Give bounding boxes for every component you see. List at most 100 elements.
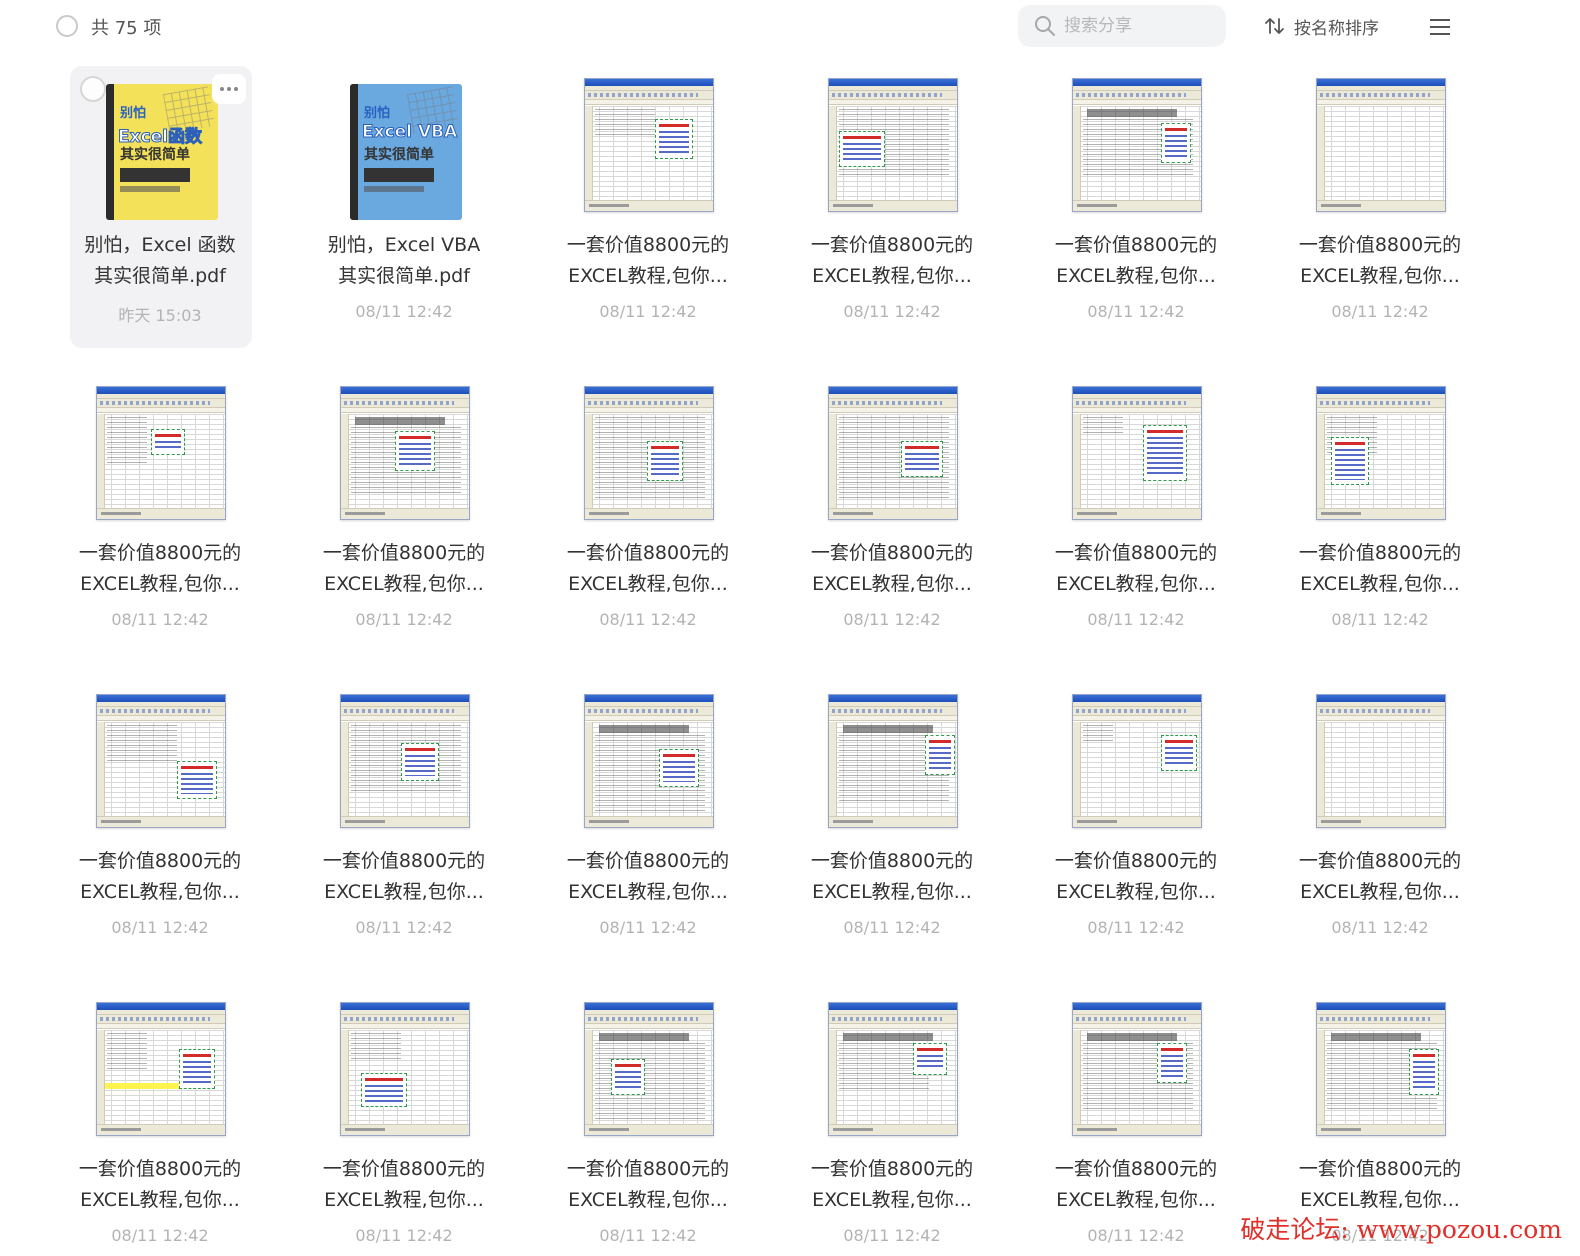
file-name[interactable]: 一套价值8800元的 EXCEL教程,包你...: [282, 538, 526, 600]
excel-status-bar: [97, 1124, 225, 1135]
file-card[interactable]: 一套价值8800元的 EXCEL教程,包你... 08/11 12:42: [1014, 990, 1258, 1256]
file-card[interactable]: 别怕 Excel VBA 其实很简单 别怕，Excel VBA 其实很简单.pdf 08/…: [282, 66, 526, 374]
cover-line-1: 别怕: [120, 106, 147, 121]
sheet-heading: [355, 417, 445, 425]
file-name[interactable]: 一套价值8800元的 EXCEL教程,包你...: [282, 846, 526, 908]
file-card[interactable]: 一套价值8800元的 EXCEL教程,包你... 08/11 12:42: [770, 66, 1014, 374]
more-options-icon[interactable]: [212, 74, 246, 104]
file-thumbnail[interactable]: 别怕 Excel VBA 其实很简单: [340, 78, 470, 220]
file-thumbnail[interactable]: [96, 694, 226, 828]
file-name[interactable]: 一套价值8800元的 EXCEL教程,包你...: [1258, 538, 1502, 600]
file-thumbnail[interactable]: [828, 386, 958, 520]
file-thumbnail[interactable]: [584, 1002, 714, 1136]
file-card[interactable]: 一套价值8800元的 EXCEL教程,包你... 08/11 12:42: [1258, 682, 1502, 990]
search-input[interactable]: [1064, 13, 1214, 39]
file-thumbnail[interactable]: [1316, 694, 1446, 828]
file-thumbnail[interactable]: [340, 386, 470, 520]
file-card[interactable]: 一套价值8800元的 EXCEL教程,包你... 08/11 12:42: [38, 990, 282, 1256]
excel-row-header: [585, 722, 593, 818]
file-thumbnail[interactable]: [584, 694, 714, 828]
annotation-note: [1143, 425, 1187, 481]
file-card[interactable]: 一套价值8800元的 EXCEL教程,包你... 08/11 12:42: [526, 682, 770, 990]
file-name[interactable]: 一套价值8800元的 EXCEL教程,包你...: [526, 1154, 770, 1216]
excel-titlebar: [1317, 695, 1445, 702]
file-thumbnail[interactable]: [340, 1002, 470, 1136]
file-name[interactable]: 一套价值8800元的 EXCEL教程,包你...: [282, 1154, 526, 1216]
file-thumbnail[interactable]: [828, 694, 958, 828]
excel-status-bar: [829, 1124, 957, 1135]
file-thumbnail[interactable]: [828, 1002, 958, 1136]
search-box[interactable]: [1018, 5, 1226, 47]
file-card[interactable]: 一套价值8800元的 EXCEL教程,包你... 08/11 12:42: [770, 682, 1014, 990]
excel-status-bar: [341, 816, 469, 827]
file-name-line-2: EXCEL教程,包你...: [80, 573, 240, 595]
file-card[interactable]: 一套价值8800元的 EXCEL教程,包你... 08/11 12:42: [38, 374, 282, 682]
file-name[interactable]: 一套价值8800元的 EXCEL教程,包你...: [1258, 230, 1502, 292]
file-name[interactable]: 一套价值8800元的 EXCEL教程,包你...: [38, 1154, 282, 1216]
file-card[interactable]: 一套价值8800元的 EXCEL教程,包你... 08/11 12:42: [282, 374, 526, 682]
file-card[interactable]: 一套价值8800元的 EXCEL教程,包你... 08/11 12:42: [282, 682, 526, 990]
file-card[interactable]: 一套价值8800元的 EXCEL教程,包你... 08/11 12:42: [770, 990, 1014, 1256]
file-name[interactable]: 一套价值8800元的 EXCEL教程,包你...: [38, 538, 282, 600]
excel-status-bar: [585, 508, 713, 519]
file-thumbnail[interactable]: [1072, 78, 1202, 212]
file-name[interactable]: 一套价值8800元的 EXCEL教程,包你...: [526, 230, 770, 292]
file-thumbnail[interactable]: 别怕 Excel函数 其实很简单: [96, 78, 226, 220]
file-card[interactable]: 一套价值8800元的 EXCEL教程,包你... 08/11 12:42: [526, 990, 770, 1256]
excel-screenshot-thumbnail: [96, 694, 226, 828]
sort-button[interactable]: 按名称排序: [1264, 13, 1379, 39]
file-card[interactable]: 一套价值8800元的 EXCEL教程,包你... 08/11 12:42: [1014, 682, 1258, 990]
file-card[interactable]: 一套价值8800元的 EXCEL教程,包你... 08/11 12:42: [1258, 374, 1502, 682]
file-card[interactable]: 别怕 Excel函数 其实很简单 别怕，Excel 函数 其实很简单.pdf 昨天 15:…: [38, 66, 282, 374]
file-time: 08/11 12:42: [1331, 610, 1429, 629]
file-name[interactable]: 一套价值8800元的 EXCEL教程,包你...: [1014, 1154, 1258, 1216]
file-card[interactable]: 一套价值8800元的 EXCEL教程,包你... 08/11 12:42: [38, 682, 282, 990]
excel-row-header: [829, 722, 837, 818]
file-card[interactable]: 一套价值8800元的 EXCEL教程,包你... 08/11 12:42: [526, 66, 770, 374]
file-thumbnail[interactable]: [1316, 1002, 1446, 1136]
menu-icon[interactable]: [1428, 16, 1452, 38]
file-name[interactable]: 一套价值8800元的 EXCEL教程,包你...: [1014, 230, 1258, 292]
file-thumbnail[interactable]: [1072, 386, 1202, 520]
file-card[interactable]: 一套价值8800元的 EXCEL教程,包你... 08/11 12:42: [770, 374, 1014, 682]
excel-formula-bar: [1073, 716, 1201, 721]
file-thumbnail[interactable]: [1316, 78, 1446, 212]
file-name[interactable]: 一套价值8800元的 EXCEL教程,包你...: [1014, 538, 1258, 600]
file-name[interactable]: 一套价值8800元的 EXCEL教程,包你...: [526, 538, 770, 600]
file-name[interactable]: 一套价值8800元的 EXCEL教程,包你...: [1014, 846, 1258, 908]
file-name-line-2: EXCEL教程,包你...: [1300, 265, 1460, 287]
excel-formula-bar: [1073, 408, 1201, 413]
file-name[interactable]: 一套价值8800元的 EXCEL教程,包你...: [770, 846, 1014, 908]
file-card[interactable]: 一套价值8800元的 EXCEL教程,包你... 08/11 12:42: [282, 990, 526, 1256]
excel-row-header: [341, 722, 349, 818]
excel-toolbar: [1317, 91, 1445, 100]
file-name[interactable]: 一套价值8800元的 EXCEL教程,包你...: [770, 538, 1014, 600]
file-name-line-1: 别怕，Excel 函数: [84, 234, 236, 256]
file-name-line-2: EXCEL教程,包你...: [812, 1189, 972, 1211]
file-thumbnail[interactable]: [1072, 694, 1202, 828]
file-name[interactable]: 一套价值8800元的 EXCEL教程,包你...: [38, 846, 282, 908]
file-thumbnail[interactable]: [96, 1002, 226, 1136]
file-thumbnail[interactable]: [1316, 386, 1446, 520]
file-card[interactable]: 一套价值8800元的 EXCEL教程,包你... 08/11 12:42: [1258, 66, 1502, 374]
select-all-checkbox[interactable]: [56, 15, 78, 37]
file-name[interactable]: 别怕，Excel 函数 其实很简单.pdf: [38, 230, 282, 292]
file-name[interactable]: 一套价值8800元的 EXCEL教程,包你...: [770, 230, 1014, 292]
file-card[interactable]: 一套价值8800元的 EXCEL教程,包你... 08/11 12:42: [526, 374, 770, 682]
file-thumbnail[interactable]: [1072, 1002, 1202, 1136]
file-thumbnail[interactable]: [96, 386, 226, 520]
file-name[interactable]: 一套价值8800元的 EXCEL教程,包你...: [1258, 1154, 1502, 1216]
file-thumbnail[interactable]: [340, 694, 470, 828]
file-card[interactable]: 一套价值8800元的 EXCEL教程,包你... 08/11 12:42: [1014, 374, 1258, 682]
file-name[interactable]: 一套价值8800元的 EXCEL教程,包你...: [1258, 846, 1502, 908]
file-name-line-2: EXCEL教程,包你...: [1056, 1189, 1216, 1211]
file-name[interactable]: 一套价值8800元的 EXCEL教程,包你...: [770, 1154, 1014, 1216]
file-thumbnail[interactable]: [584, 78, 714, 212]
file-thumbnail[interactable]: [584, 386, 714, 520]
file-card[interactable]: 一套价值8800元的 EXCEL教程,包你... 08/11 12:42: [1014, 66, 1258, 374]
file-name[interactable]: 一套价值8800元的 EXCEL教程,包你...: [526, 846, 770, 908]
annotation-note: [177, 761, 217, 799]
file-name[interactable]: 别怕，Excel VBA 其实很简单.pdf: [282, 230, 526, 292]
file-select-checkbox[interactable]: [80, 76, 106, 102]
file-thumbnail[interactable]: [828, 78, 958, 212]
